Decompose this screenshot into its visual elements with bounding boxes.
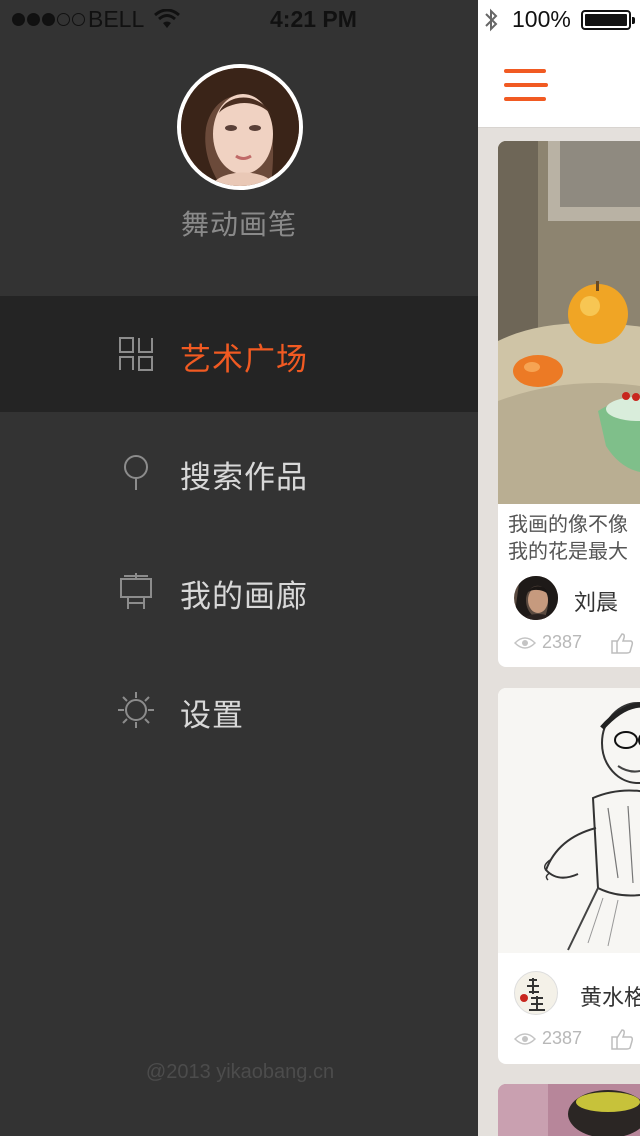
wifi-icon	[154, 9, 180, 28]
artwork-card[interactable]	[498, 1084, 640, 1136]
copyright-text: @2013 yikaobang.cn	[145, 1061, 335, 1083]
author-name[interactable]: 刘晨	[574, 585, 618, 617]
thumbs-up-icon[interactable]	[610, 1027, 634, 1051]
eye-icon	[514, 637, 536, 649]
clock: 4:21 PM	[270, 6, 357, 32]
menu-item-art-square[interactable]: 艺术广场	[0, 296, 478, 412]
signal-dot	[12, 13, 25, 26]
bluetooth-icon	[485, 8, 498, 32]
menu-label-search-works: 搜索作品	[180, 460, 308, 496]
menu-label-art-square: 艺术广场	[180, 342, 308, 378]
gear-icon	[118, 692, 154, 728]
artwork-image	[498, 688, 640, 953]
views-count: 2387	[542, 632, 583, 652]
artwork-caption-line2: 我的花是最大	[508, 539, 628, 563]
profile-avatar[interactable]	[177, 64, 303, 190]
signal-dot	[57, 13, 70, 26]
views-count: 2387	[542, 1028, 583, 1048]
nav-bar	[478, 40, 640, 128]
menu-item-search-works[interactable]: 搜索作品	[0, 414, 478, 530]
battery-percent: 100%	[512, 6, 571, 32]
easel-icon	[120, 573, 152, 609]
author-name[interactable]: 黄水格	[580, 980, 640, 1012]
carrier-name: BELL	[88, 6, 145, 32]
signal-dot	[27, 13, 40, 26]
profile-name: 舞动画笔	[180, 208, 297, 241]
menu-label-settings: 设置	[180, 698, 244, 734]
search-pin-icon	[124, 455, 148, 490]
author-avatar[interactable]	[514, 971, 558, 1015]
screen: 舞动画笔 艺术广场 搜索作品 我的画廊 设置 @2013 yikaobang.c…	[0, 0, 640, 1136]
menu-item-settings[interactable]: 设置	[0, 652, 478, 768]
artwork-image	[498, 1084, 640, 1136]
artwork-caption-line1: 我画的像不像	[508, 512, 628, 536]
signal-dot	[42, 13, 55, 26]
artwork-image	[498, 141, 640, 504]
artwork-card[interactable]: 黄水格 2387	[498, 688, 640, 1064]
menu-item-my-gallery[interactable]: 我的画廊	[0, 533, 478, 649]
artwork-card[interactable]: 我画的像不像 我的花是最大 刘晨 2387	[498, 141, 640, 667]
eye-icon	[514, 1033, 536, 1045]
main-content[interactable]: 我画的像不像 我的花是最大 刘晨 2387 黄水格 2387	[478, 0, 640, 1136]
menu-label-my-gallery: 我的画廊	[180, 579, 308, 615]
status-bar: BELL 4:21 PM 100%	[0, 0, 640, 40]
author-avatar[interactable]	[514, 576, 558, 620]
side-menu: 舞动画笔 艺术广场 搜索作品 我的画廊 设置 @2013 yikaobang.c…	[0, 0, 478, 1136]
thumbs-up-icon[interactable]	[610, 631, 634, 655]
battery-icon	[581, 10, 635, 30]
signal-dot	[72, 13, 85, 26]
grid-icon	[119, 337, 153, 371]
menu-toggle-button[interactable]	[504, 69, 548, 103]
signal-strength-icon	[12, 13, 85, 26]
